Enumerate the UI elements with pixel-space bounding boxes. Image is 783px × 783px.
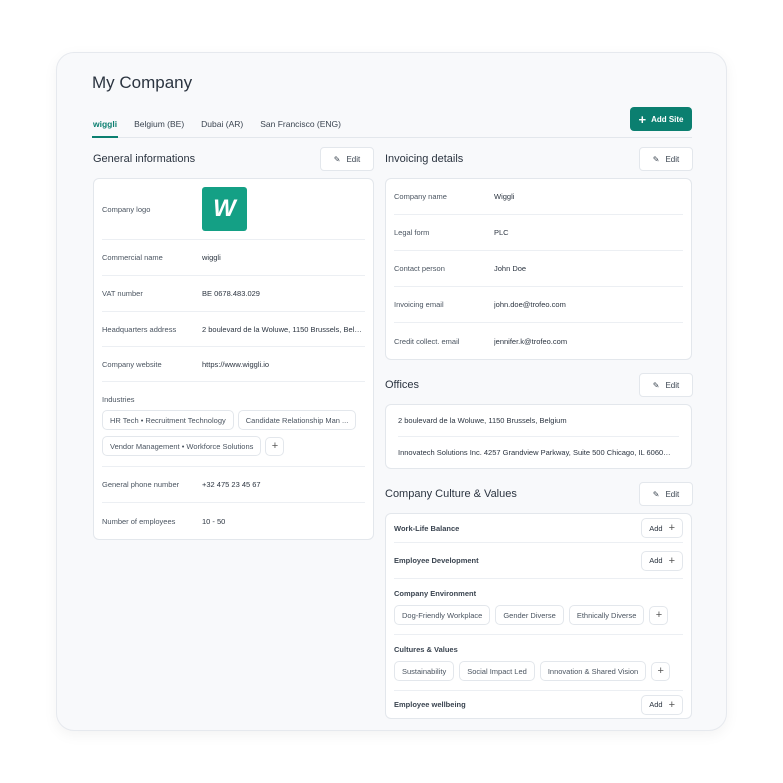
plus-icon: + xyxy=(638,111,647,127)
field-value: jennifer.k@trofeo.com xyxy=(494,336,568,346)
edit-culture-button[interactable]: ✎ Edit xyxy=(639,482,693,506)
edit-label: Edit xyxy=(665,154,680,164)
add-environment-button[interactable]: + xyxy=(649,605,669,625)
office-item: Innovatech Solutions Inc. 4257 Grandview… xyxy=(398,448,673,457)
culture-card: Work-Life Balance Add + Employee Developme… xyxy=(385,513,692,719)
tab-belgium[interactable]: Belgium (BE) xyxy=(133,119,185,138)
commercial-name: wiggli xyxy=(202,253,221,262)
offices-card: 2 boulevard de la Woluwe, 1150 Brussels,… xyxy=(385,404,692,469)
edit-label: Edit xyxy=(665,380,680,390)
edit-label: Edit xyxy=(346,154,361,164)
plus-icon: + xyxy=(668,698,675,711)
invoicing-card: Company name Wiggli Legal form PLC Contact… xyxy=(385,178,692,360)
logo-label: Company logo xyxy=(102,204,151,214)
add-label: Add xyxy=(649,700,663,709)
invoicing-title: Invoicing details xyxy=(385,153,464,165)
environment-chip[interactable]: Ethnically Diverse xyxy=(568,605,645,625)
site-tabs: wiggli Belgium (BE) Dubai (AR) San Franc… xyxy=(92,119,692,138)
field-label: Number of employees xyxy=(102,517,176,526)
value-chip[interactable]: Sustainability xyxy=(394,661,455,681)
add-site-button[interactable]: + Add Site xyxy=(630,107,692,131)
development-label: Employee Development xyxy=(394,556,479,565)
employee-count: 10 - 50 xyxy=(202,517,226,526)
pencil-icon: ✎ xyxy=(652,154,660,164)
plus-icon: + xyxy=(668,522,675,534)
company-logo: W xyxy=(202,187,247,231)
field-label: Headquarters address xyxy=(102,324,177,334)
field-label: Company name xyxy=(394,192,447,201)
add-wellbeing-button[interactable]: Add + xyxy=(641,694,683,715)
add-value-button[interactable]: + xyxy=(651,661,671,681)
wellbeing-label: Employee wellbeing xyxy=(394,700,466,709)
add-work-life-button[interactable]: Add + xyxy=(641,518,683,538)
field-label: Credit collect. email xyxy=(394,336,460,346)
field-value: john.doe@trofeo.com xyxy=(494,300,566,309)
field-value: Wiggli xyxy=(494,192,515,201)
pencil-icon: ✎ xyxy=(652,380,660,390)
add-site-label: Add Site xyxy=(651,114,684,124)
field-label: General phone number xyxy=(102,480,180,489)
add-label: Add xyxy=(649,523,663,533)
phone-number: +32 475 23 45 67 xyxy=(202,480,261,489)
field-label: Legal form xyxy=(394,228,430,237)
field-label: Invoicing email xyxy=(394,300,444,309)
add-industry-button[interactable]: + xyxy=(265,436,285,456)
field-label: VAT number xyxy=(102,289,143,298)
environment-label: Company Environment xyxy=(394,589,477,598)
add-label: Add xyxy=(649,556,663,565)
general-title: General informations xyxy=(93,153,196,165)
values-label: Cultures & Values xyxy=(394,645,458,654)
pencil-icon: ✎ xyxy=(333,154,341,164)
culture-title: Company Culture & Values xyxy=(385,488,517,500)
company-website[interactable]: https://www.wiggli.io xyxy=(202,360,269,369)
tab-dubai[interactable]: Dubai (AR) xyxy=(200,119,244,138)
industry-chip[interactable]: Candidate Relationship Man ... xyxy=(237,410,357,430)
field-value: John Doe xyxy=(494,264,527,273)
edit-label: Edit xyxy=(665,489,680,499)
value-chip[interactable]: Innovation & Shared Vision xyxy=(539,661,647,681)
vat-number: BE 0678.483.029 xyxy=(202,289,260,298)
environment-chip[interactable]: Dog-Friendly Workplace xyxy=(394,605,491,625)
edit-general-button[interactable]: ✎ Edit xyxy=(320,147,374,171)
offices-title: Offices xyxy=(385,379,420,391)
industry-chip[interactable]: HR Tech • Recruitment Technology xyxy=(102,410,234,430)
plus-icon: + xyxy=(668,554,675,567)
field-label: Contact person xyxy=(394,264,445,273)
edit-invoicing-button[interactable]: ✎ Edit xyxy=(639,147,693,171)
general-card: Company logo W Commercial name wiggli VAT… xyxy=(93,178,374,540)
industry-chip[interactable]: Vendor Management • Workforce Solutions xyxy=(102,436,262,456)
field-label: Commercial name xyxy=(102,253,163,262)
page-title: My Company xyxy=(92,73,193,92)
environment-chip[interactable]: Gender Diverse xyxy=(495,605,564,625)
add-development-button[interactable]: Add + xyxy=(641,550,683,571)
pencil-icon: ✎ xyxy=(652,489,660,499)
edit-offices-button[interactable]: ✎ Edit xyxy=(639,373,693,397)
field-value: PLC xyxy=(494,228,509,237)
field-label: Company website xyxy=(102,359,162,369)
hq-address: 2 boulevard de la Woluwe, 1150 Brussels,… xyxy=(202,324,362,334)
work-life-label: Work-Life Balance xyxy=(394,523,460,533)
tab-wiggli[interactable]: wiggli xyxy=(92,119,119,138)
industries-label: Industries xyxy=(102,395,135,404)
tab-san-francisco[interactable]: San Francisco (ENG) xyxy=(259,119,342,138)
office-item: 2 boulevard de la Woluwe, 1150 Brussels,… xyxy=(398,416,567,425)
value-chip[interactable]: Social Impact Led xyxy=(459,661,535,681)
